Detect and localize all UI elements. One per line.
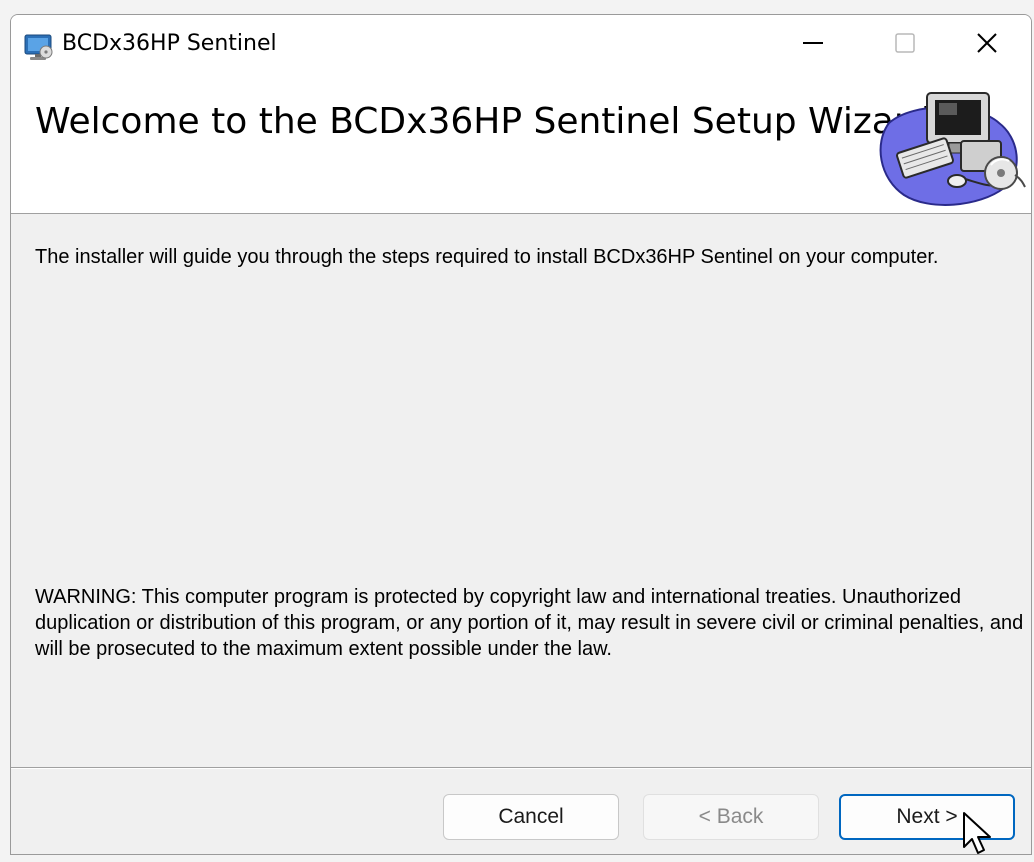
wizard-header: Welcome to the BCDx36HP Sentinel Setup W… — [11, 75, 1031, 214]
back-button[interactable]: < Back — [643, 794, 819, 840]
wizard-title: Welcome to the BCDx36HP Sentinel Setup W… — [35, 101, 931, 142]
wizard-content: The installer will guide you through the… — [11, 214, 1031, 767]
mouse-pointer-icon — [962, 811, 996, 857]
wizard-footer: Cancel < Back Next > — [11, 767, 1031, 854]
maximize-button[interactable] — [859, 15, 951, 75]
installer-icon — [24, 32, 54, 62]
minimize-icon — [801, 31, 825, 60]
close-button[interactable] — [941, 15, 1031, 75]
cancel-button[interactable]: Cancel — [443, 794, 619, 840]
close-icon — [975, 31, 999, 60]
window-title: BCDx36HP Sentinel — [62, 31, 277, 56]
intro-text: The installer will guide you through the… — [35, 246, 939, 268]
maximize-icon — [894, 32, 916, 59]
title-bar[interactable]: BCDx36HP Sentinel — [11, 15, 1031, 75]
computer-setup-icon — [869, 83, 1029, 211]
minimize-button[interactable] — [767, 15, 859, 75]
setup-wizard-window: BCDx36HP Sentinel Welcome to the BCDx36H… — [10, 14, 1032, 855]
copyright-warning: WARNING: This computer program is protec… — [35, 586, 1024, 660]
